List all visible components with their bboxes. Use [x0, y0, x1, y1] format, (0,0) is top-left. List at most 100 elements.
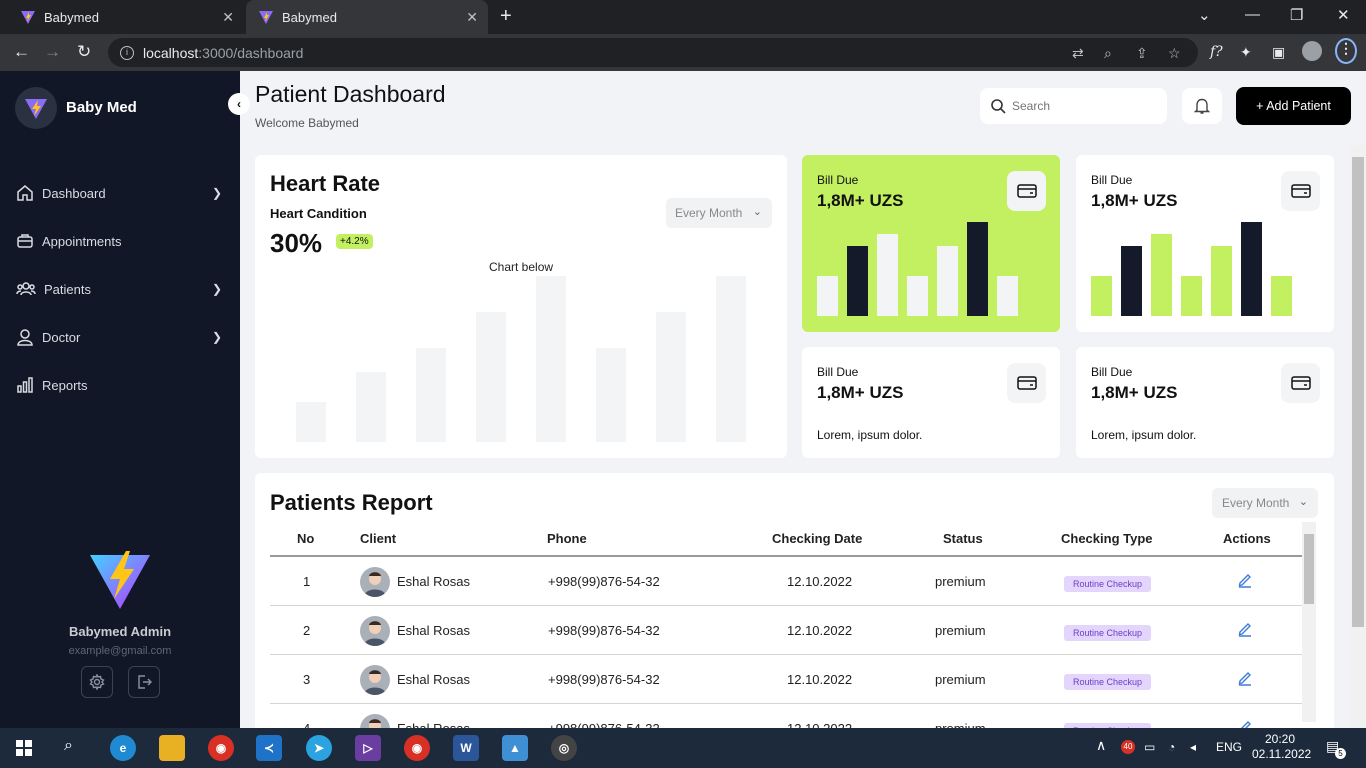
chart-bar [1121, 246, 1142, 316]
volume-icon[interactable]: ◂ [1190, 740, 1196, 754]
sidebar-item-appointments[interactable]: Appointments [16, 229, 226, 253]
column-header: Client [360, 531, 397, 546]
chart-bar [997, 276, 1018, 316]
clock[interactable]: 20:20 02.11.2022 [1252, 732, 1312, 762]
heart-condition-label: Heart Candition [270, 206, 367, 221]
battery-icon[interactable]: ▭ [1144, 740, 1155, 754]
chevron-right-icon: ❯ [211, 186, 222, 200]
bookmark-star-icon[interactable]: ☆ [1168, 45, 1181, 62]
settings-button[interactable] [81, 666, 113, 698]
table-row: 1 Eshal Rosas +998(99)876-54-32 12.10.2022 p… [270, 557, 1302, 606]
sidebar-item-doctor[interactable]: Doctor ❯ [16, 325, 226, 349]
language-indicator[interactable]: ENG [1216, 740, 1242, 754]
sidebar-item-dashboard[interactable]: Dashboard ❯ [16, 181, 226, 205]
sidebar-item-patients[interactable]: Patients ❯ [16, 277, 226, 301]
checking-date: 12.10.2022 [787, 672, 853, 687]
chart-bar [817, 276, 838, 316]
chart-caption: Chart below [489, 260, 554, 274]
file-explorer-icon[interactable] [159, 735, 185, 761]
chart-bar [1241, 222, 1262, 316]
sidebar-item-reports[interactable]: Reports [16, 373, 226, 397]
notifications-button[interactable] [1182, 88, 1222, 124]
window-close-icon[interactable]: ✕ [1337, 6, 1350, 24]
chart-bar [356, 372, 386, 442]
formula-extension-icon[interactable]: f? [1210, 44, 1223, 60]
period-select[interactable]: Every Month ⌄ [666, 198, 772, 228]
photos-icon[interactable]: ▲ [502, 735, 528, 761]
obs-icon[interactable]: ◎ [551, 735, 577, 761]
site-info-icon[interactable]: i [120, 45, 134, 60]
share-icon[interactable]: ⇪ [1136, 45, 1148, 62]
heart-rate-title: Heart Rate [270, 171, 381, 196]
collapse-sidebar-icon[interactable]: ‹ [228, 93, 250, 115]
restore-icon[interactable]: ❐ [1290, 6, 1303, 24]
side-panel-icon[interactable]: ▣ [1272, 44, 1285, 61]
sidebar-item-label: Doctor [42, 329, 81, 345]
edit-button[interactable] [1237, 572, 1253, 593]
admin-email: example@gmail.com [68, 645, 172, 657]
search-taskbar-icon[interactable]: ⌕ [64, 737, 73, 755]
heart-rate-value: 30% [270, 228, 323, 258]
wallet-button[interactable] [1281, 363, 1320, 403]
chart-bar [536, 276, 566, 442]
windows-start-icon[interactable] [16, 740, 32, 756]
browser-tab-active[interactable]: Babymed ✕ [246, 0, 488, 34]
extensions-puzzle-icon[interactable]: ✦ [1240, 44, 1252, 61]
table-scrollbar-thumb[interactable] [1304, 534, 1314, 604]
vite-favicon-icon [21, 11, 35, 24]
bar-chart-icon [17, 377, 33, 393]
translate-icon[interactable]: ⇄ [1072, 45, 1084, 62]
row-number: 2 [303, 623, 311, 638]
minimize-icon[interactable]: — [1245, 6, 1260, 23]
visual-studio-icon[interactable]: ▷ [355, 735, 381, 761]
chrome-icon[interactable]: ◉ [208, 735, 234, 761]
forward-icon[interactable]: → [44, 42, 61, 62]
browser-tab[interactable]: Babymed ✕ [8, 0, 244, 34]
chart-bar [1211, 246, 1232, 316]
edge-icon[interactable]: e [110, 735, 136, 761]
edit-button[interactable] [1237, 670, 1253, 691]
new-tab-icon[interactable]: + [500, 5, 512, 28]
chart-bar [296, 402, 326, 442]
search-input[interactable] [1012, 99, 1152, 113]
clock-date: 02.11.2022 [1252, 747, 1312, 761]
change-badge: +4.2% [336, 234, 373, 249]
edit-icon [1238, 672, 1251, 686]
bill-amount: 1,8M+ UZS [817, 383, 904, 402]
add-patient-button[interactable]: + Add Patient [1236, 87, 1351, 125]
chevron-right-icon: ❯ [211, 282, 222, 296]
search-box[interactable] [980, 88, 1167, 124]
wifi-icon[interactable]: ◔ [1168, 740, 1175, 754]
menu-kebab-icon[interactable]: ⋮ [1335, 38, 1357, 64]
client-name: Eshal Rosas [397, 623, 470, 638]
report-period-select[interactable]: Every Month ⌄ [1212, 488, 1318, 518]
wallet-button[interactable] [1281, 171, 1320, 211]
sidebar-item-label: Dashboard [42, 185, 106, 201]
profile-avatar-icon[interactable] [1302, 41, 1322, 61]
chart-bar [1181, 276, 1202, 316]
zoom-icon[interactable]: ⌕ [1104, 45, 1112, 62]
tab-close-icon[interactable]: ✕ [466, 9, 478, 26]
page-scrollbar-thumb[interactable] [1352, 157, 1364, 627]
vscode-icon[interactable]: ≺ [256, 735, 282, 761]
tab-close-icon[interactable]: ✕ [222, 9, 234, 26]
reload-icon[interactable]: ↻ [77, 42, 91, 62]
welcome-text: Welcome Babymed [255, 116, 359, 130]
tray-badge[interactable]: 40 [1121, 740, 1135, 754]
address-bar[interactable]: i localhost:3000/dashboard ⇄ ⌕ ⇪ ☆ [108, 38, 1198, 67]
admin-name: Babymed Admin [68, 624, 172, 639]
sidebar: Baby Med ‹ Dashboard ❯ Appointments Pati… [0, 71, 250, 728]
tab-search-icon[interactable]: ⌄ [1198, 6, 1211, 24]
wallet-button[interactable] [1007, 363, 1046, 403]
tab-title: Babymed [282, 9, 337, 25]
bill-label: Bill Due [1091, 365, 1133, 379]
telegram-icon[interactable]: ➤ [306, 735, 332, 761]
notification-count: 5 [1335, 748, 1346, 759]
logout-button[interactable] [128, 666, 160, 698]
word-icon[interactable]: W [453, 735, 479, 761]
chevron-up-icon[interactable]: ∧ [1096, 737, 1106, 754]
edit-button[interactable] [1237, 621, 1253, 642]
chrome-active-icon[interactable]: ◉ [404, 735, 430, 761]
wallet-button[interactable] [1007, 171, 1046, 211]
back-icon[interactable]: ← [13, 42, 30, 62]
